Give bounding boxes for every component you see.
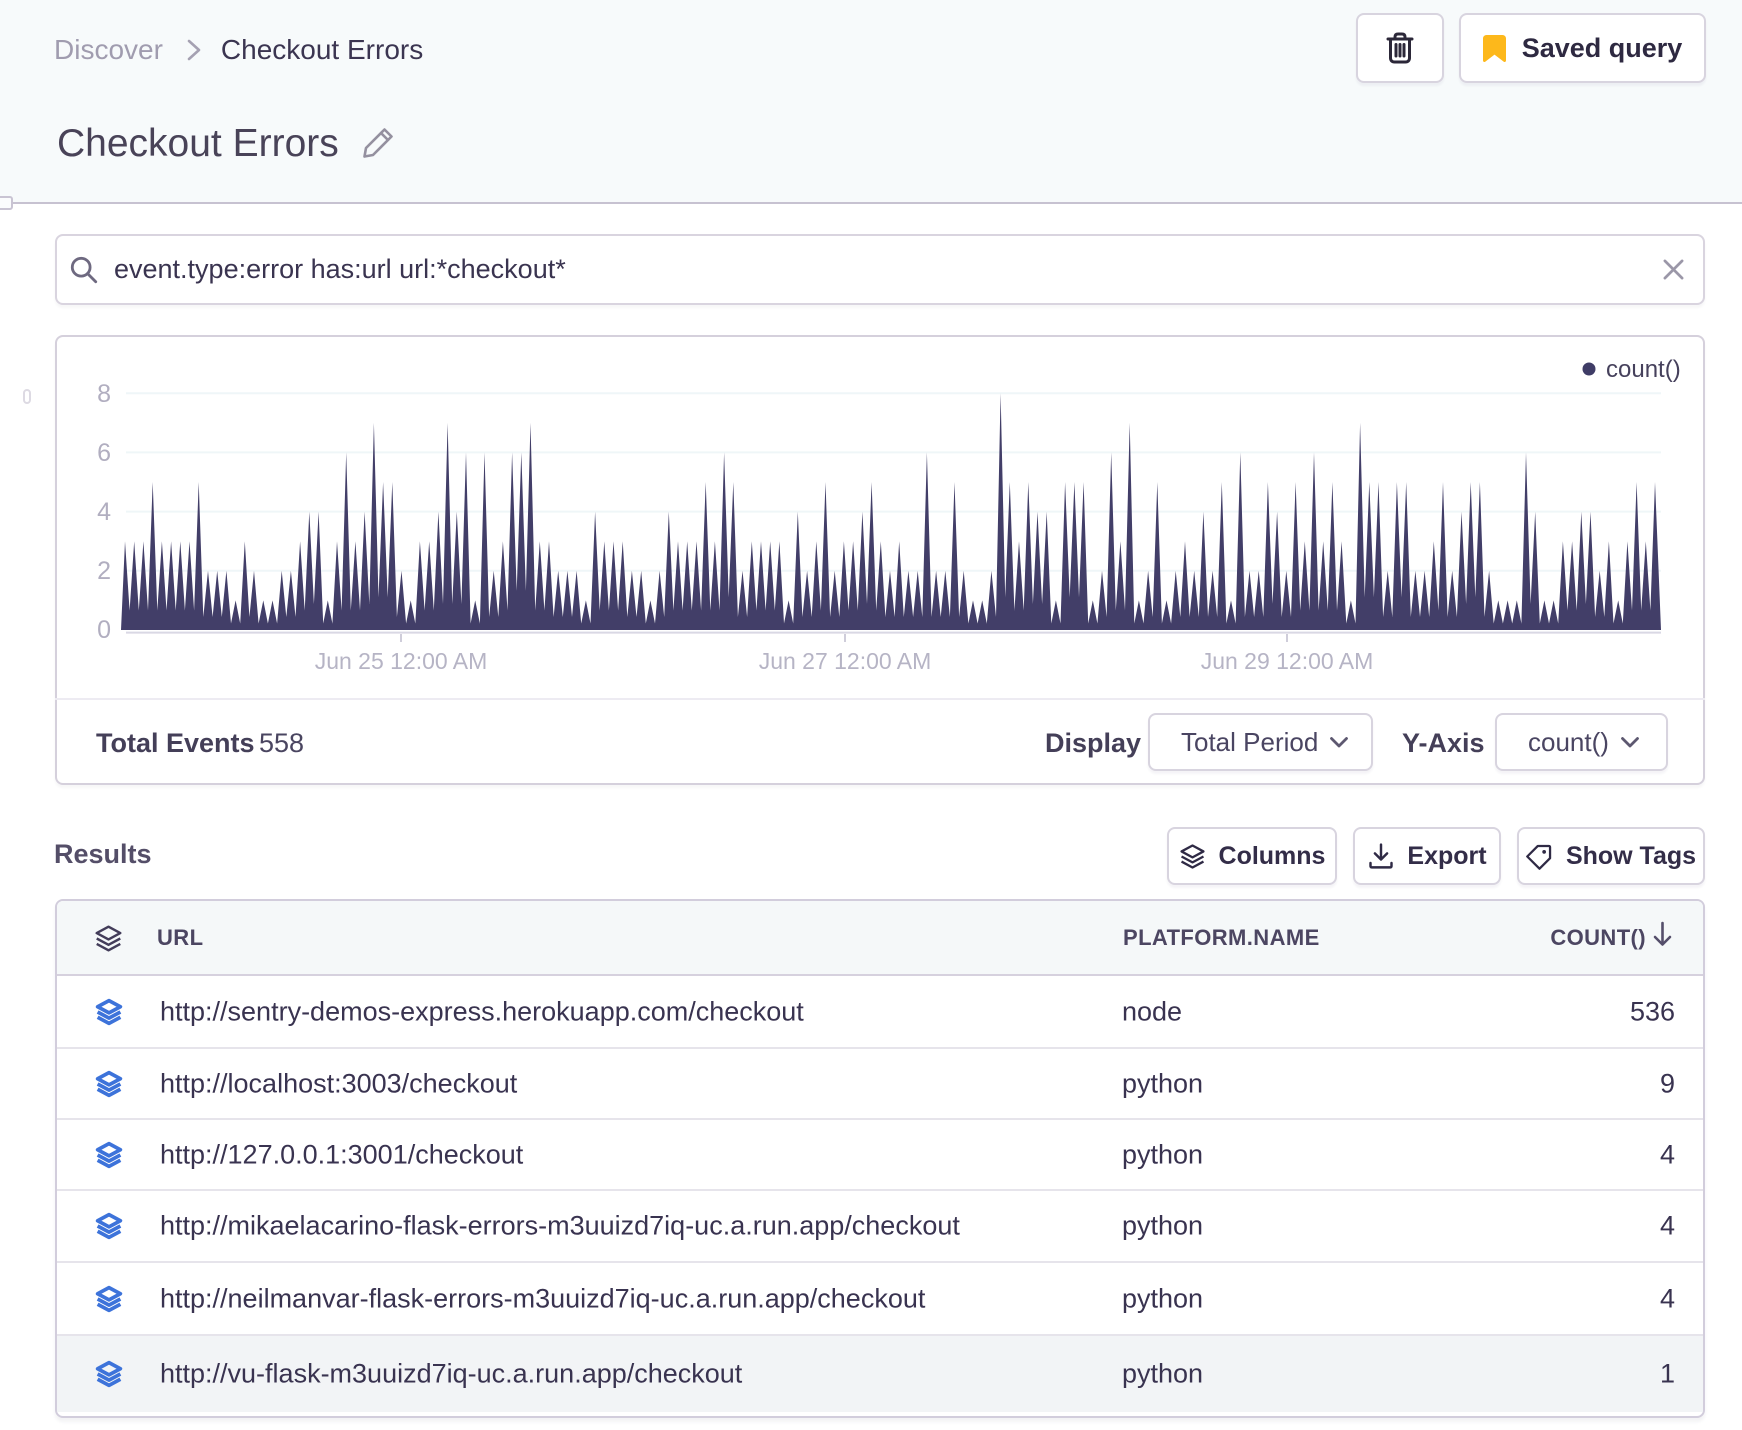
svg-text:Jun 25 12:00 AM: Jun 25 12:00 AM [315, 648, 488, 674]
svg-text:8: 8 [97, 380, 111, 408]
svg-text:0: 0 [97, 616, 111, 644]
svg-text:6: 6 [97, 439, 111, 467]
svg-text:Jun 27 12:00 AM: Jun 27 12:00 AM [759, 648, 932, 674]
svg-text:count(): count() [1606, 356, 1681, 383]
svg-text:4: 4 [97, 498, 111, 526]
svg-text:2: 2 [97, 557, 111, 585]
svg-text:Jun 29 12:00 AM: Jun 29 12:00 AM [1201, 648, 1374, 674]
